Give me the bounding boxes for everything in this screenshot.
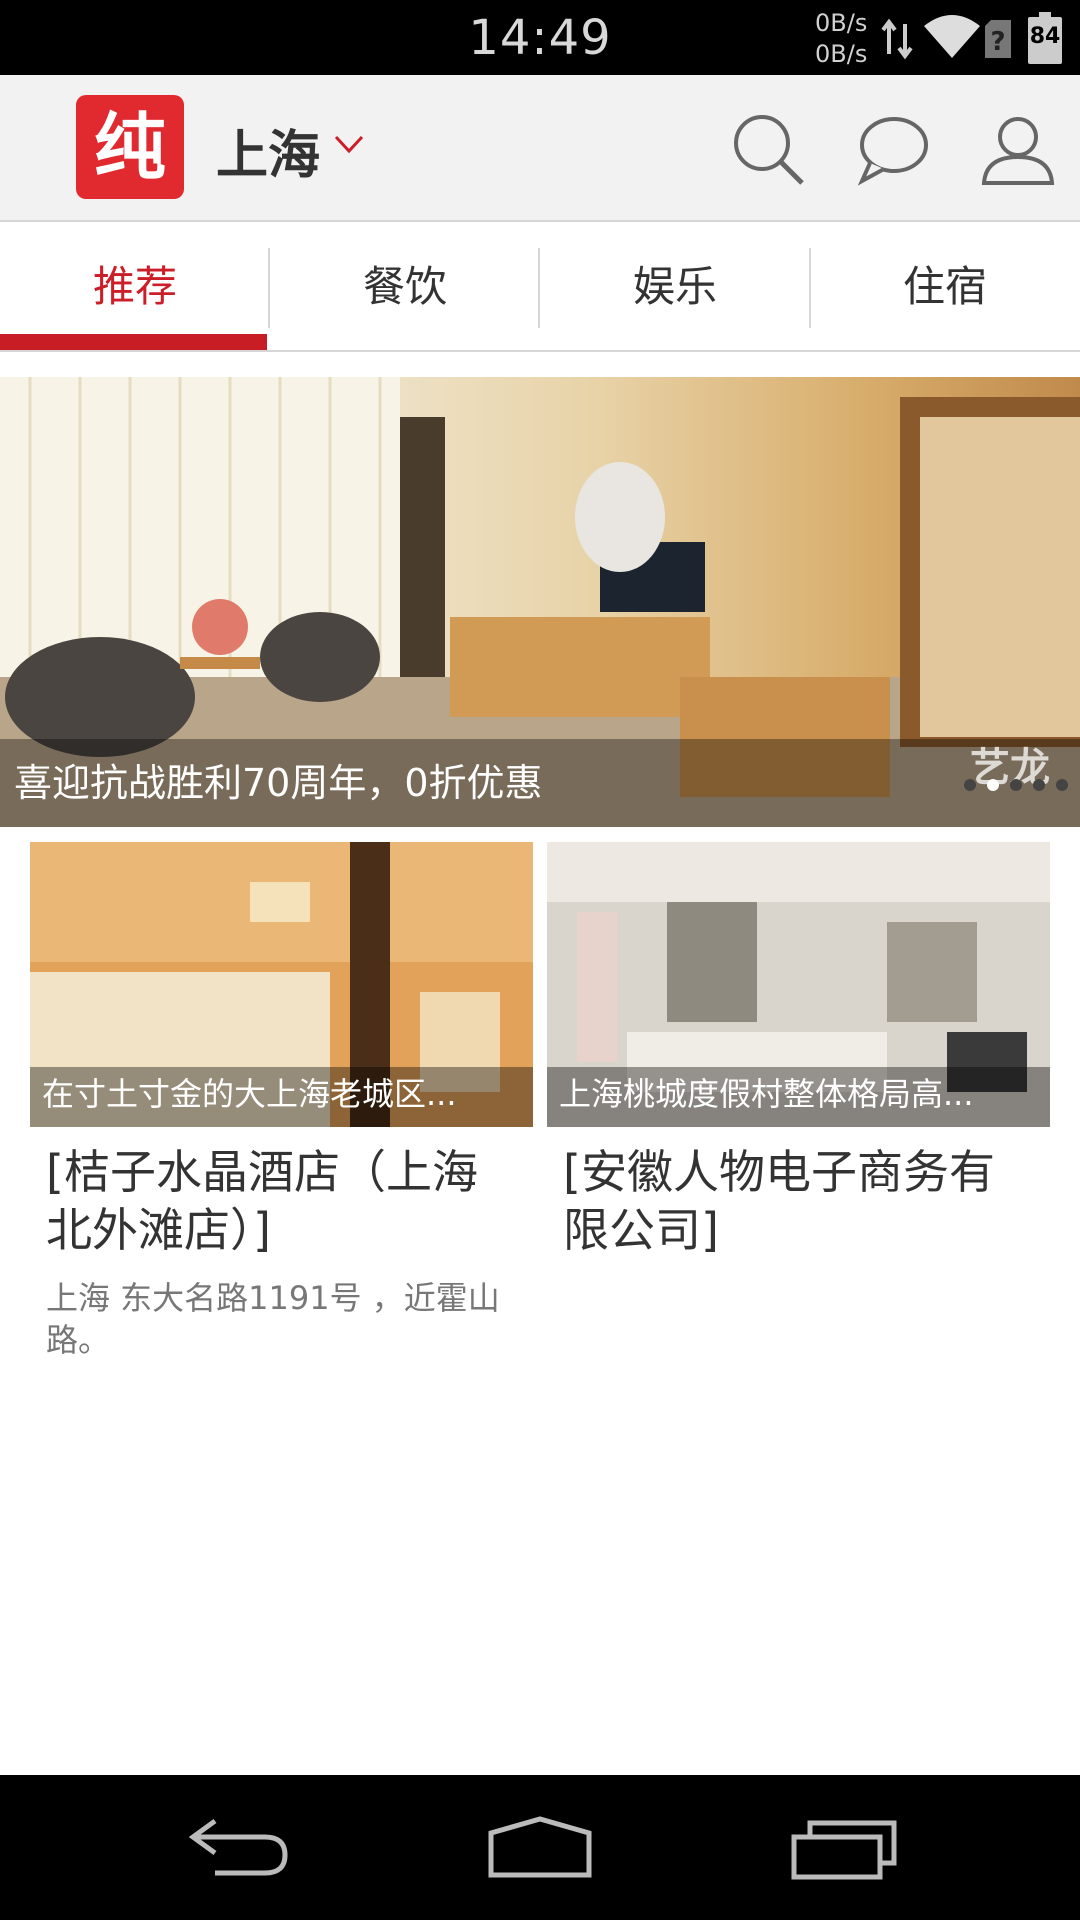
pager-dot	[1009, 779, 1022, 791]
city-selector[interactable]: 上海	[216, 113, 320, 188]
tab-dining[interactable]: 餐饮	[270, 222, 540, 352]
user-icon[interactable]	[978, 109, 1058, 189]
battery-level: 84	[1029, 24, 1061, 49]
back-icon[interactable]	[185, 1813, 295, 1883]
svg-text:?: ?	[990, 27, 1005, 57]
pager-dot	[1032, 779, 1045, 791]
sim-unknown-icon: ?	[985, 20, 1011, 58]
listing-card[interactable]: 在寸土寸金的大上海老城区... [桔子水晶酒店（上海北外滩店）] 上海 东大名路…	[30, 842, 533, 1361]
banner-caption: 喜迎抗战胜利70周年，0折优惠	[14, 761, 543, 805]
net-down-speed: 0B/s	[815, 40, 868, 68]
pager-dot	[963, 779, 976, 791]
data-transfer-icon	[881, 18, 913, 60]
listing-image[interactable]: 上海桃城度假村整体格局高...	[547, 842, 1050, 1127]
network-speed: 0B/s 0B/s	[815, 8, 867, 70]
listing-title[interactable]: [桔子水晶酒店（上海北外滩店）]	[46, 1143, 517, 1259]
category-tabs: 推荐 餐饮 娱乐 住宿	[0, 222, 1080, 352]
promo-banner[interactable]: 喜迎抗战胜利70周年，0折优惠 艺龙	[0, 377, 1080, 827]
status-bar: 14:49 0B/s 0B/s ? 84	[0, 0, 1080, 75]
status-time: 14:49	[468, 10, 612, 66]
listing-card[interactable]: 上海桃城度假村整体格局高... [安徽人物电子商务有限公司]	[547, 842, 1050, 1277]
chevron-down-icon[interactable]	[333, 133, 365, 155]
listing-image-caption: 在寸土寸金的大上海老城区...	[42, 1075, 457, 1113]
pager-dot-active	[986, 779, 999, 791]
listing-address: 上海 东大名路1191号 ，近霍山路。	[46, 1279, 500, 1359]
search-icon[interactable]	[728, 109, 808, 189]
listing-image[interactable]: 在寸土寸金的大上海老城区...	[30, 842, 533, 1127]
listing-image-caption: 上海桃城度假村整体格局高...	[559, 1075, 974, 1113]
listing-title[interactable]: [安徽人物电子商务有限公司]	[563, 1143, 1034, 1259]
message-icon[interactable]	[852, 109, 932, 189]
pager-dot	[1056, 779, 1068, 791]
active-tab-indicator	[0, 334, 267, 350]
system-nav-bar	[0, 1775, 1080, 1920]
tab-entertainment[interactable]: 娱乐	[540, 222, 810, 352]
tab-lodging[interactable]: 住宿	[810, 222, 1080, 352]
net-up-speed: 0B/s	[815, 9, 868, 37]
home-icon[interactable]	[485, 1813, 595, 1883]
app-logo[interactable]: 纯	[76, 95, 184, 199]
wifi-icon	[924, 15, 980, 58]
banner-pager	[958, 776, 1068, 795]
recent-apps-icon[interactable]	[790, 1813, 900, 1883]
tab-recommend[interactable]: 推荐	[0, 222, 270, 352]
app-header: 纯 上海	[0, 75, 1080, 222]
